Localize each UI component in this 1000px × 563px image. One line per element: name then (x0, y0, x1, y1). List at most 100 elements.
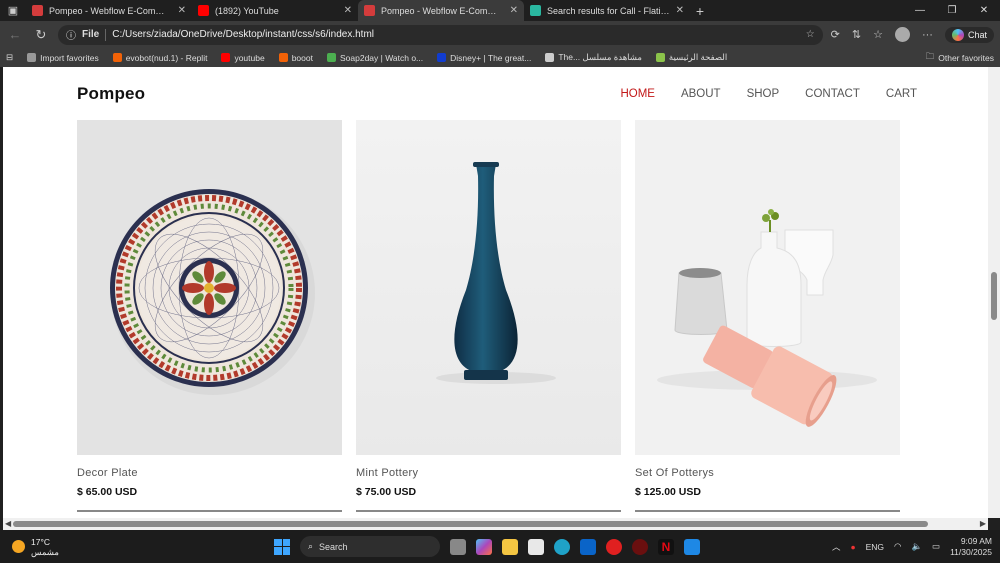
restore-icon[interactable]: ❐ (936, 0, 968, 21)
new-tab-button[interactable]: + (690, 0, 710, 21)
language-indicator[interactable]: ENG (866, 542, 884, 552)
flaticon-icon (530, 5, 541, 16)
product-card[interactable]: Set Of Potterys $ 125.00 USD (635, 120, 900, 512)
close-icon[interactable]: ✕ (344, 5, 352, 16)
nav-cart[interactable]: CART (886, 88, 917, 100)
product-name[interactable]: Set Of Potterys (635, 467, 900, 479)
close-icon[interactable]: ✕ (510, 5, 518, 16)
product-name[interactable]: Decor Plate (77, 467, 342, 479)
product-image-set-of-potterys[interactable] (635, 120, 900, 455)
favorite-label: The... مشاهدة مسلسل (558, 52, 642, 62)
tab-3[interactable]: Search results for Call - Flaticon ✕ (524, 0, 690, 21)
weather-widget[interactable]: 17°C مشمس (0, 537, 140, 557)
taskbar-search[interactable]: ⌕ Search (300, 536, 440, 557)
outlook-icon[interactable] (580, 538, 596, 555)
nav-contact[interactable]: CONTACT (805, 88, 860, 100)
favorite-item[interactable]: youtube (221, 53, 265, 63)
replit-icon (112, 53, 122, 62)
url-field[interactable]: ⓘ File C:/Users/ziada/OneDrive/Desktop/i… (58, 24, 823, 45)
info-icon[interactable]: ⓘ (66, 27, 76, 42)
site-logo[interactable]: Pompeo (77, 84, 145, 104)
product-name[interactable]: Mint Pottery (356, 467, 621, 479)
search-label: Search (319, 541, 348, 552)
favorite-item[interactable]: Import favorites (27, 53, 99, 63)
temperature: 17°C (31, 536, 50, 547)
close-icon[interactable]: ✕ (676, 5, 684, 16)
time: 9:09 AM (960, 535, 992, 546)
system-tray: ︿ ● ENG ◠ 🔈 ▭ 9:09 AM 11/30/2025 (832, 536, 992, 558)
favorite-item[interactable]: Disney+ | The great... (437, 53, 531, 63)
nav-shop[interactable]: SHOP (747, 88, 780, 100)
app-icon[interactable] (632, 538, 648, 555)
favorite-label: Disney+ | The great... (450, 52, 532, 63)
product-card[interactable]: Mint Pottery $ 75.00 USD (356, 120, 621, 512)
tab-2[interactable]: Pompeo - Webflow E-Commerce ✕ (358, 0, 524, 21)
favorites-icon[interactable]: ☆ (873, 28, 883, 41)
favorite-label: Import favorites (40, 52, 99, 63)
tab-strip: ▣ Pompeo - Webflow E-Commerce ✕ (1892) Y… (0, 0, 1000, 21)
favorite-item[interactable]: The... مشاهدة مسلسل (545, 52, 642, 63)
refresh-icon[interactable]: ↻ (32, 27, 50, 43)
file-explorer-icon[interactable] (502, 538, 518, 555)
product-card[interactable]: Decor Plate $ 65.00 USD (77, 120, 342, 512)
vertical-scrollbar[interactable] (988, 67, 1000, 518)
battery-icon[interactable]: ▭ (932, 541, 940, 552)
favorites-bar: ⊟ Import favorites evobot(nud.1) - Repli… (0, 48, 1000, 67)
other-favorites[interactable]: 🗀 Other favorites (926, 51, 994, 65)
page-icon (655, 53, 665, 62)
chevron-up-icon[interactable]: ︿ (832, 541, 841, 553)
copilot-chat-button[interactable]: Chat (944, 26, 994, 43)
volume-icon[interactable]: 🔈 (911, 541, 922, 552)
task-view-icon[interactable] (450, 538, 466, 555)
collections-icon[interactable]: ⊟ (6, 52, 13, 63)
close-icon[interactable]: ✕ (178, 5, 186, 16)
scroll-left-icon[interactable]: ◀ (5, 519, 11, 528)
tab-actions-icon[interactable]: ▣ (0, 0, 26, 21)
netflix-icon[interactable]: N (658, 538, 674, 555)
windows-start-icon[interactable] (274, 538, 290, 555)
edge-icon[interactable] (554, 538, 570, 555)
copilot-icon[interactable] (476, 538, 492, 555)
url-text[interactable]: C:/Users/ziada/OneDrive/Desktop/instant/… (112, 29, 799, 40)
window-controls: — ❐ ✕ (904, 0, 1000, 21)
youtube-icon (221, 53, 231, 62)
favorite-label: booot (291, 52, 313, 63)
favorite-item[interactable]: الصفحة الرئيسية (655, 52, 727, 63)
product-price: $ 125.00 USD (635, 486, 701, 498)
weather-text: مشمس (31, 546, 59, 557)
store-icon[interactable] (528, 538, 544, 555)
star-icon[interactable]: ☆ (806, 29, 815, 40)
youtube-music-icon[interactable] (606, 538, 622, 555)
wifi-icon[interactable]: ◠ (894, 541, 901, 552)
scroll-right-icon[interactable]: ▶ (980, 519, 986, 528)
vscode-icon[interactable] (684, 538, 700, 555)
favorite-item[interactable]: Soap2day | Watch o... (326, 53, 423, 63)
scrollbar-thumb[interactable] (13, 521, 928, 527)
date: 11/30/2025 (950, 546, 992, 557)
replit-icon (278, 53, 288, 62)
product-price: $ 75.00 USD (356, 486, 417, 498)
nav-about[interactable]: ABOUT (681, 88, 721, 100)
page-icon (545, 53, 555, 62)
minimize-icon[interactable]: — (904, 0, 936, 21)
split-screen-icon[interactable]: ⇅ (852, 28, 861, 41)
more-icon[interactable]: ··· (922, 29, 933, 41)
extensions-icon[interactable]: ⟳ (831, 28, 840, 41)
address-bar: ← ↻ ⓘ File C:/Users/ziada/OneDrive/Deskt… (0, 21, 1000, 48)
scrollbar-thumb[interactable] (991, 272, 997, 320)
nav-home[interactable]: HOME (620, 88, 655, 100)
favorite-label: evobot(nud.1) - Replit (125, 52, 208, 63)
favorite-item[interactable]: booot (278, 52, 313, 63)
horizontal-scrollbar[interactable]: ◀ ▶ (3, 518, 988, 530)
tab-0[interactable]: Pompeo - Webflow E-Commerce ✕ (26, 0, 192, 21)
tab-1[interactable]: (1892) YouTube ✕ (192, 0, 358, 21)
product-image-decor-plate[interactable] (77, 120, 342, 455)
tray-app-icon[interactable]: ● (850, 542, 855, 552)
clock[interactable]: 9:09 AM 11/30/2025 (950, 536, 992, 558)
product-image-mint-pottery[interactable] (356, 120, 621, 455)
back-icon[interactable]: ← (6, 27, 24, 42)
favorite-item[interactable]: evobot(nud.1) - Replit (112, 52, 208, 63)
disney-icon (437, 53, 447, 62)
close-window-icon[interactable]: ✕ (968, 0, 1000, 21)
avatar[interactable] (894, 27, 910, 42)
